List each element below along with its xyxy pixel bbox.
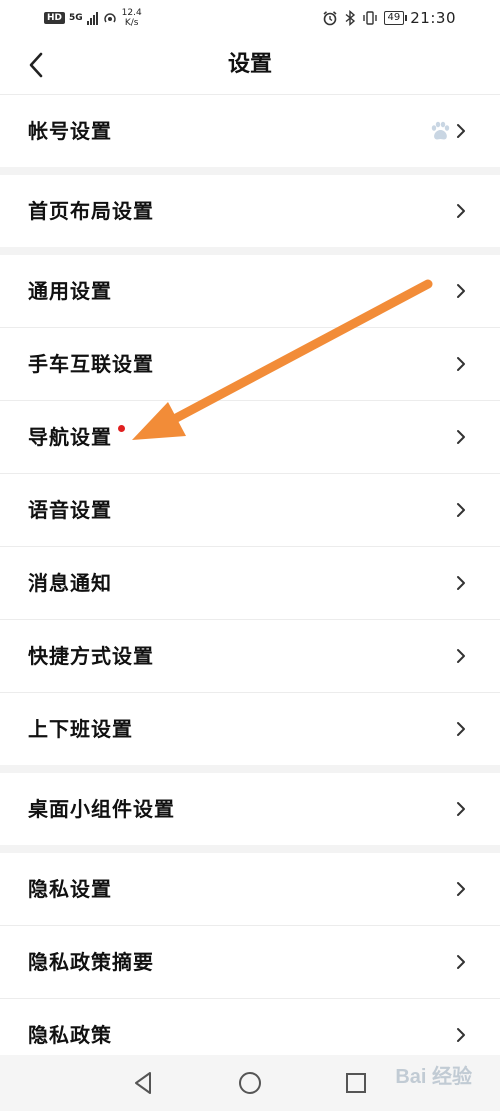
hd-badge: HD <box>44 12 66 24</box>
settings-item-shortcuts[interactable]: 快捷方式设置 <box>0 620 500 693</box>
section-divider <box>0 247 500 255</box>
settings-item-privacy-summary[interactable]: 隐私政策摘要 <box>0 926 500 999</box>
settings-item-voice[interactable]: 语音设置 <box>0 474 500 547</box>
bluetooth-icon <box>345 10 355 26</box>
settings-item-widgets[interactable]: 桌面小组件设置 <box>0 773 500 845</box>
chevron-right-icon <box>457 284 465 298</box>
chevron-right-icon <box>457 722 465 736</box>
settings-item-label: 桌面小组件设置 <box>28 797 175 821</box>
chevron-right-icon <box>457 430 465 444</box>
nav-recents-icon[interactable] <box>342 1069 370 1097</box>
settings-item-commute[interactable]: 上下班设置 <box>0 693 500 765</box>
chevron-right-icon <box>457 882 465 896</box>
chevron-right-icon <box>457 802 465 816</box>
nav-back-icon[interactable] <box>130 1069 158 1097</box>
status-bar: HD 5G 12.4 K/s 49 21:30 <box>0 0 500 36</box>
status-right: 49 21:30 <box>322 6 456 30</box>
hotspot-icon <box>103 13 116 23</box>
network-speed: 12.4 K/s <box>122 8 142 28</box>
settings-item-home-layout[interactable]: 首页布局设置 <box>0 175 500 247</box>
battery-icon: 49 <box>383 11 407 25</box>
section-divider <box>0 845 500 853</box>
settings-item-label: 首页布局设置 <box>28 199 154 223</box>
speed-unit: K/s <box>124 18 139 28</box>
chevron-right-icon <box>457 1028 465 1042</box>
chevron-right-icon <box>457 955 465 969</box>
settings-item-general[interactable]: 通用设置 <box>0 255 500 328</box>
settings-item-label: 上下班设置 <box>28 717 133 741</box>
settings-item-account[interactable]: 帐号设置 <box>0 95 500 167</box>
chevron-right-icon <box>457 357 465 371</box>
speed-value: 12.4 <box>121 8 142 18</box>
settings-item-navigation[interactable]: 导航设置 <box>0 401 500 474</box>
chevron-right-icon <box>457 649 465 663</box>
clock: 21:30 <box>410 9 456 27</box>
page-title: 设置 <box>227 52 272 77</box>
status-left: HD 5G 12.4 K/s <box>44 6 142 30</box>
settings-item-label: 隐私政策摘要 <box>28 950 154 974</box>
watermark: Bai 经验 <box>395 1066 472 1088</box>
settings-item-label: 语音设置 <box>28 498 112 522</box>
settings-item-label: 导航设置 <box>28 425 112 449</box>
vibrate-icon <box>362 11 377 25</box>
settings-list: 帐号设置 首页布局设置 通用设置 手车互联设置 导航设置 语音设置 消息通知 快… <box>0 95 500 1071</box>
alarm-icon <box>323 11 337 26</box>
settings-item-label: 消息通知 <box>28 571 112 595</box>
new-badge-dot <box>118 425 125 432</box>
back-button[interactable] <box>20 48 54 82</box>
chevron-right-icon <box>457 576 465 590</box>
settings-item-car-connect[interactable]: 手车互联设置 <box>0 328 500 401</box>
settings-item-privacy[interactable]: 隐私设置 <box>0 853 500 926</box>
settings-item-notifications[interactable]: 消息通知 <box>0 547 500 620</box>
baidu-paw-icon <box>431 121 450 140</box>
signal-icon <box>86 11 98 25</box>
settings-item-label: 手车互联设置 <box>28 352 154 376</box>
settings-item-label: 通用设置 <box>28 279 112 303</box>
settings-item-label: 帐号设置 <box>28 119 112 143</box>
header: 设置 <box>0 36 500 95</box>
chevron-right-icon <box>457 204 465 218</box>
section-divider <box>0 765 500 773</box>
chevron-right-icon <box>457 503 465 517</box>
settings-item-label: 隐私设置 <box>28 877 112 901</box>
settings-item-label: 快捷方式设置 <box>28 644 154 668</box>
network-type: 5G <box>69 13 83 23</box>
nav-home-icon[interactable] <box>236 1069 264 1097</box>
chevron-right-icon <box>457 124 465 138</box>
section-divider <box>0 167 500 175</box>
